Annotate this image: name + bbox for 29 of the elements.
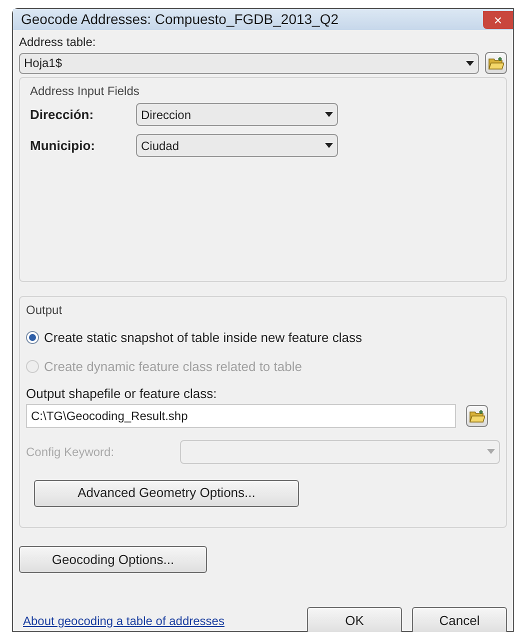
- folder-icon: [488, 56, 504, 70]
- field-label: Output shapefile or feature class:: [26, 385, 218, 403]
- field-label: Config Keyword:: [26, 444, 116, 460]
- field-label: Municipio:: [30, 136, 96, 155]
- dialog-button[interactable]: Cancel: [412, 607, 507, 632]
- radio-label: Create static snapshot of table inside new feature class: [44, 329, 362, 347]
- window-title: Geocode Addresses: Compuesto_FGDB_2013_Q2: [21, 10, 339, 29]
- advanced-geometry-button[interactable]: Advanced Geometry Options...: [34, 480, 299, 506]
- radio-label: Create dynamic feature class related to table: [44, 358, 302, 376]
- browse-button[interactable]: [466, 404, 488, 426]
- radio-button[interactable]: [26, 331, 39, 344]
- browse-button[interactable]: [485, 52, 507, 74]
- dialog-button[interactable]: OK: [307, 607, 402, 632]
- dropdown-arrow-icon: [466, 60, 474, 66]
- field-label: Address table:: [19, 34, 97, 51]
- field-dropdown[interactable]: Ciudad: [136, 134, 338, 157]
- output-path-field[interactable]: C:\TG\Geocoding_Result.shp: [26, 404, 456, 428]
- group-title: Output: [26, 302, 64, 319]
- group-title: Address Input Fields: [30, 83, 140, 100]
- geocoding-options-button[interactable]: Geocoding Options...: [19, 546, 207, 573]
- field-dropdown[interactable]: Direccion: [136, 103, 338, 126]
- help-link[interactable]: About geocoding a table of addresses: [23, 612, 224, 630]
- field-label: Dirección:: [30, 106, 95, 124]
- close-button[interactable]: ×: [483, 10, 513, 28]
- address-table-dropdown[interactable]: Hoja1$: [19, 52, 479, 74]
- dropdown-arrow-icon: [325, 112, 333, 117]
- folder-icon: [469, 408, 485, 422]
- dropdown-arrow-icon: [325, 143, 333, 148]
- dropdown-arrow-icon: [487, 449, 495, 454]
